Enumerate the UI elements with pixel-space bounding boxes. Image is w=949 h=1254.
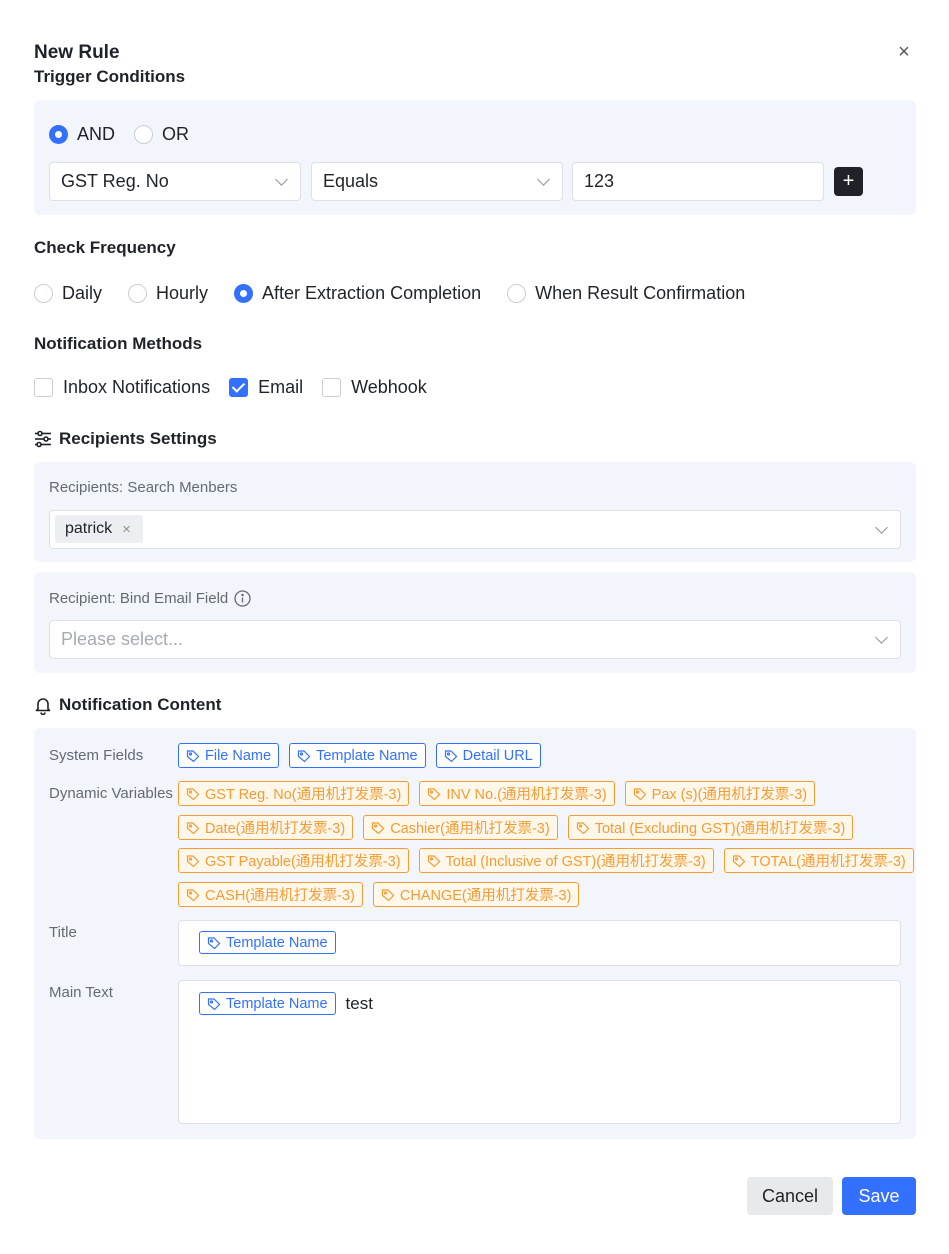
condition-value-input[interactable]: 123 xyxy=(572,162,824,201)
dynamic-variable-chip[interactable]: CHANGE(通用机打发票-3) xyxy=(372,882,580,907)
dynamic-variables-row: Date(通用机打发票-3) Cashier(通用机打发票-3) Total (… xyxy=(178,815,854,840)
recipients-search-label: Recipients: Search Menbers xyxy=(49,479,238,496)
condition-operator-select[interactable]: Equals xyxy=(311,162,563,201)
dynamic-variables-label: Dynamic Variables xyxy=(49,785,173,802)
tag-icon xyxy=(732,854,746,867)
system-field-chip[interactable]: Detail URL xyxy=(435,743,541,768)
radio-unchecked-icon xyxy=(507,284,527,303)
condition-field-select[interactable]: GST Reg. No xyxy=(49,162,301,201)
dialog-title: New Rule xyxy=(34,42,120,63)
frequency-radio-hourly[interactable]: Hourly xyxy=(128,283,208,304)
dynamic-variable-chip[interactable]: GST Payable(通用机打发票-3) xyxy=(178,848,409,873)
save-button[interactable]: Save xyxy=(842,1177,916,1215)
tag-icon xyxy=(186,821,200,834)
checkbox-unchecked-icon xyxy=(322,378,342,397)
dynamic-variables-row: CASH(通用机打发票-3) CHANGE(通用机打发票-3) xyxy=(178,882,580,907)
checkbox-checked-icon xyxy=(229,378,249,397)
check-frequency-heading: Check Frequency xyxy=(34,238,176,257)
frequency-radio-group: Daily Hourly After Extraction Completion… xyxy=(34,283,745,304)
logic-radio-group: AND OR xyxy=(49,124,189,145)
notification-content-heading: Notification Content xyxy=(34,695,221,715)
dynamic-variable-chip[interactable]: Total (Excluding GST)(通用机打发票-3) xyxy=(567,815,854,840)
tag-icon xyxy=(186,888,200,901)
title-label: Title xyxy=(49,924,77,941)
remove-recipient-icon[interactable]: × xyxy=(122,521,131,538)
method-checkbox-email[interactable]: Email xyxy=(229,377,303,398)
recipients-select[interactable] xyxy=(49,510,901,549)
tag-icon xyxy=(372,821,385,834)
main-text-label: Main Text xyxy=(49,984,113,1001)
frequency-radio-daily[interactable]: Daily xyxy=(34,283,102,304)
checkbox-unchecked-icon xyxy=(34,378,53,397)
radio-checked-icon xyxy=(234,284,254,303)
trigger-conditions-heading: Trigger Conditions xyxy=(34,67,186,86)
methods-checkbox-group: Inbox Notifications Email Webhook xyxy=(34,377,427,398)
frequency-radio-result-confirmation[interactable]: When Result Confirmation xyxy=(507,283,745,304)
chevron-down-icon xyxy=(875,521,888,534)
dynamic-variable-chip[interactable]: TOTAL(通用机打发票-3) xyxy=(723,848,914,873)
info-icon[interactable] xyxy=(234,590,251,607)
dynamic-variable-chip[interactable]: GST Reg. No(通用机打发票-3) xyxy=(178,781,410,806)
bind-email-label: Recipient: Bind Email Field xyxy=(49,590,251,607)
tag-icon xyxy=(427,854,440,867)
tag-icon xyxy=(381,888,395,901)
main-text-editor[interactable]: Template Name test xyxy=(178,980,901,1124)
method-checkbox-inbox[interactable]: Inbox Notifications xyxy=(34,377,210,398)
dynamic-variable-chip[interactable]: INV No.(通用机打发票-3) xyxy=(419,781,615,806)
tag-icon xyxy=(576,821,590,834)
tag-icon xyxy=(297,749,311,762)
dynamic-variable-chip[interactable]: Total (Inclusive of GST)(通用机打发票-3) xyxy=(418,848,714,873)
chevron-down-icon xyxy=(537,173,550,186)
system-field-chip[interactable]: Template Name xyxy=(289,743,426,768)
title-editor[interactable]: Template Name xyxy=(178,920,901,966)
bind-email-select[interactable]: Please select... xyxy=(49,620,901,659)
recipients-settings-heading: Recipients Settings xyxy=(34,429,217,449)
add-condition-button[interactable]: + xyxy=(834,167,863,196)
bell-icon xyxy=(35,697,51,715)
tag-icon xyxy=(186,787,200,800)
tag-icon xyxy=(207,997,221,1010)
system-fields-label: System Fields xyxy=(49,747,144,764)
radio-checked-icon xyxy=(49,125,68,144)
tag-icon xyxy=(207,936,221,949)
main-text-content: test xyxy=(345,994,373,1013)
system-field-chip[interactable]: File Name xyxy=(178,743,280,768)
logic-radio-and[interactable]: AND xyxy=(49,124,115,145)
tag-icon xyxy=(428,787,441,800)
logic-radio-or[interactable]: OR xyxy=(134,124,189,145)
main-text-template-tag: Template Name xyxy=(199,992,336,1015)
recipient-chip: patrick × xyxy=(55,515,143,543)
dynamic-variable-chip[interactable]: Pax (s)(通用机打发票-3) xyxy=(624,781,816,806)
system-fields-row: File Name Template Name Detail URL xyxy=(178,743,541,768)
dynamic-variables-row: GST Payable(通用机打发票-3) Total (Inclusive o… xyxy=(178,848,914,873)
sliders-icon xyxy=(35,430,51,448)
notification-methods-heading: Notification Methods xyxy=(34,334,203,353)
tag-icon xyxy=(633,787,647,800)
close-icon[interactable]: × xyxy=(894,42,914,62)
method-checkbox-webhook[interactable]: Webhook xyxy=(322,377,427,398)
dynamic-variable-chip[interactable]: Date(通用机打发票-3) xyxy=(178,815,354,840)
chevron-down-icon xyxy=(875,631,888,644)
cancel-button[interactable]: Cancel xyxy=(747,1177,833,1215)
radio-unchecked-icon xyxy=(134,125,154,144)
frequency-radio-after-extraction[interactable]: After Extraction Completion xyxy=(234,283,481,304)
radio-unchecked-icon xyxy=(34,284,53,303)
tag-icon xyxy=(186,749,200,762)
radio-unchecked-icon xyxy=(128,284,148,303)
dynamic-variables-row: GST Reg. No(通用机打发票-3) INV No.(通用机打发票-3) … xyxy=(178,781,816,806)
chevron-down-icon xyxy=(275,173,288,186)
dynamic-variable-chip[interactable]: CASH(通用机打发票-3) xyxy=(178,882,363,907)
dynamic-variable-chip[interactable]: Cashier(通用机打发票-3) xyxy=(363,815,558,840)
tag-icon xyxy=(444,749,457,762)
title-template-tag: Template Name xyxy=(199,931,336,954)
tag-icon xyxy=(186,854,200,867)
